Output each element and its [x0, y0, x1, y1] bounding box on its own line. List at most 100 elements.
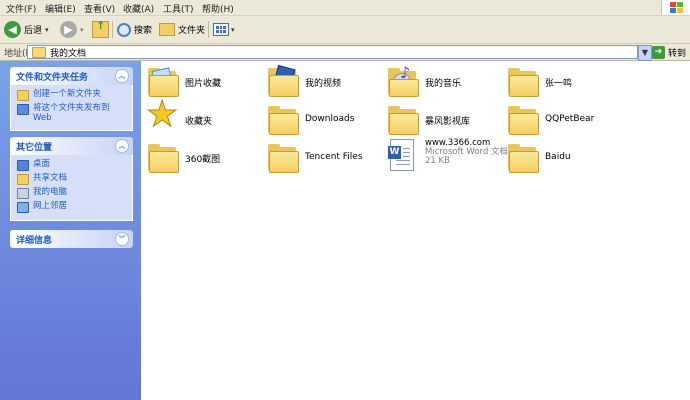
menu-bar: 文件(F) 编辑(E) 查看(V) 收藏(A) 工具(T) 帮助(H) — [0, 0, 690, 16]
network-link[interactable]: 网上邻居 — [17, 201, 128, 213]
file-item[interactable]: 360截图 — [146, 141, 266, 177]
my-computer-link[interactable]: 我的电脑 — [17, 187, 128, 199]
views-dropdown-icon[interactable]: ▾ — [231, 26, 235, 34]
menu-tools[interactable]: 工具(T) — [163, 2, 194, 15]
create-folder-link[interactable]: 创建一个新文件夹 — [17, 89, 128, 101]
up-folder-icon: ↑ — [92, 19, 109, 38]
folder-icon — [266, 103, 302, 137]
folder-icon — [32, 47, 46, 58]
computer-icon — [17, 188, 29, 199]
file-name: 张一鸣 — [545, 79, 573, 89]
menu-favorites[interactable]: 收藏(A) — [123, 2, 154, 15]
file-name: QQPetBear — [545, 114, 595, 124]
file-name: 我的音乐 — [425, 79, 462, 89]
file-name: 暴风影视库 — [425, 117, 471, 127]
link-label: 共享文档 — [33, 173, 68, 183]
collapse-chevron-icon[interactable]: ︽ — [115, 69, 129, 83]
address-dropdown-icon[interactable]: ▼ — [638, 45, 652, 61]
file-name: 360截图 — [185, 155, 221, 165]
file-tasks-header[interactable]: 文件和文件夹任务 ︽ — [10, 67, 133, 85]
panel-title: 其它位置 — [16, 143, 53, 153]
folders-icon — [159, 23, 175, 36]
back-button[interactable]: ◀ 后退 ▾ — [4, 19, 49, 40]
shared-docs-link[interactable]: 共享文档 — [17, 173, 128, 185]
panel-title: 文件和文件夹任务 — [16, 73, 89, 83]
publish-web-link[interactable]: 将这个文件夹发布到 Web — [17, 103, 128, 123]
folder-icon — [386, 103, 422, 137]
favorites-star-icon: ★ — [145, 94, 179, 135]
forward-arrow-icon: ▶ — [60, 21, 77, 38]
folders-button[interactable]: 文件夹 — [159, 19, 205, 40]
address-bar: 地址(D) 我的文档 ▼ ➔ 转到 — [0, 44, 690, 61]
file-name: Baidu — [545, 152, 571, 162]
back-dropdown-icon[interactable]: ▾ — [45, 26, 49, 34]
file-list: 图片收藏 我的视频 ♪ 我的音乐 张一鸣 ★ 收藏夹 Downloads 暴风影… — [141, 61, 690, 400]
file-name: 收藏夹 — [185, 117, 213, 127]
other-places-header[interactable]: 其它位置 ︽ — [10, 137, 133, 155]
other-places-body: 桌面 共享文档 我的电脑 网上邻居 — [10, 155, 133, 221]
new-folder-icon — [17, 90, 29, 101]
link-label: 网上邻居 — [33, 201, 68, 211]
file-size: 21 KB — [425, 156, 450, 166]
desktop-link[interactable]: 桌面 — [17, 159, 128, 171]
toolbar: ◀ 后退 ▾ ▶ ▾ ↑ 搜索 文件夹 ▾ — [0, 16, 690, 44]
folder-icon — [506, 65, 542, 99]
back-arrow-icon: ◀ — [4, 21, 21, 38]
file-item[interactable]: 暴风影视库 — [386, 103, 506, 139]
search-label: 搜索 — [134, 26, 153, 36]
forward-dropdown-icon[interactable]: ▾ — [80, 26, 84, 34]
back-label: 后退 — [24, 26, 43, 36]
file-item[interactable]: 张一鸣 — [506, 65, 626, 101]
file-item[interactable]: ★ 收藏夹 — [145, 94, 266, 139]
file-item[interactable]: Baidu — [506, 141, 626, 177]
expand-chevron-icon[interactable]: ︾ — [115, 232, 129, 246]
file-item[interactable]: 我的视频 — [266, 64, 386, 101]
address-input[interactable]: 我的文档 — [27, 45, 638, 59]
menu-file[interactable]: 文件(F) — [6, 2, 36, 15]
file-item[interactable]: Downloads — [266, 103, 386, 139]
other-places-panel: 其它位置 ︽ 桌面 共享文档 我的电脑 网上邻居 — [10, 137, 133, 221]
file-item[interactable]: QQPetBear — [506, 103, 626, 139]
videos-folder-icon — [266, 64, 302, 99]
desktop-icon — [17, 160, 29, 171]
music-folder-icon: ♪ — [386, 65, 422, 99]
file-tasks-panel: 文件和文件夹任务 ︽ 创建一个新文件夹 将这个文件夹发布到 Web — [10, 67, 133, 131]
link-label: 将这个文件夹发布到 Web — [33, 103, 110, 123]
folders-label: 文件夹 — [178, 26, 206, 36]
forward-button[interactable]: ▶ ▾ — [60, 19, 84, 40]
toolbar-separator — [208, 21, 209, 38]
go-arrow-icon: ➔ — [652, 45, 665, 59]
menu-edit[interactable]: 编辑(E) — [45, 2, 76, 15]
views-button[interactable]: ▾ — [213, 19, 235, 40]
windows-logo-icon — [661, 0, 690, 15]
file-item[interactable]: W www.3366.com Microsoft Word 文档 21 KB — [386, 139, 508, 175]
address-value: 我的文档 — [50, 49, 87, 59]
go-label: 转到 — [668, 48, 687, 59]
link-label: 我的电脑 — [33, 187, 68, 197]
details-panel: 详细信息 ︾ — [10, 230, 133, 248]
shared-folder-icon — [17, 174, 29, 185]
menu-view[interactable]: 查看(V) — [84, 2, 115, 15]
file-name: 图片收藏 — [185, 79, 222, 89]
file-item[interactable]: Tencent Files — [266, 141, 386, 177]
folder-icon — [506, 103, 542, 137]
folder-icon — [506, 141, 542, 175]
search-button[interactable]: 搜索 — [117, 19, 152, 40]
file-item[interactable]: ♪ 我的音乐 — [386, 65, 506, 101]
up-folder-button[interactable]: ↑ — [92, 19, 109, 40]
file-details: www.3366.com Microsoft Word 文档 21 KB — [425, 139, 508, 166]
network-icon — [17, 202, 29, 213]
views-icon — [213, 23, 229, 36]
file-name: Downloads — [305, 114, 355, 124]
go-button[interactable]: ➔ 转到 — [652, 45, 686, 59]
details-header[interactable]: 详细信息 ︾ — [10, 230, 133, 248]
task-pane: 文件和文件夹任务 ︽ 创建一个新文件夹 将这个文件夹发布到 Web 其它位置 ︽… — [0, 61, 141, 400]
menu-help[interactable]: 帮助(H) — [202, 2, 234, 15]
folder-icon — [146, 141, 182, 175]
file-tasks-body: 创建一个新文件夹 将这个文件夹发布到 Web — [10, 85, 133, 131]
collapse-chevron-icon[interactable]: ︽ — [115, 139, 129, 153]
file-name: 我的视频 — [305, 79, 342, 89]
search-icon — [117, 22, 131, 37]
link-label: 桌面 — [33, 159, 51, 169]
panel-title: 详细信息 — [16, 236, 53, 246]
